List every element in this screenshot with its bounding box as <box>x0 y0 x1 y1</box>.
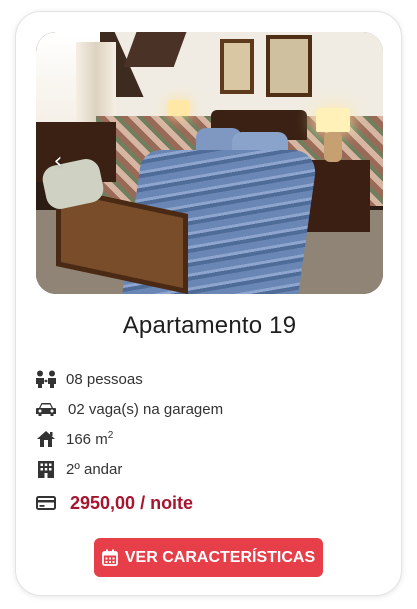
credit-card-icon <box>34 493 58 513</box>
area-value: 166 m <box>66 431 108 448</box>
feature-parking: 02 vaga(s) na garagem <box>34 394 374 424</box>
feature-area-text: 166 m2 <box>66 430 113 448</box>
feature-guests-text: 08 pessoas <box>66 370 143 388</box>
feature-floor-text: 2º andar <box>66 460 123 478</box>
area-unit-superscript: 2 <box>107 430 114 441</box>
house-icon <box>34 429 58 449</box>
apartment-title: Apartamento 19 <box>122 312 297 339</box>
car-icon <box>34 399 58 419</box>
photo-picture-frame <box>220 39 254 94</box>
calendar-icon <box>101 549 118 566</box>
view-features-label: VER CARACTERÍSTICAS <box>124 548 316 566</box>
feature-list: 08 pessoas 02 vaga(s) na garagem 166 m2 … <box>34 364 374 518</box>
price-text: 2950,00 / noite <box>70 492 194 513</box>
people-icon <box>34 369 58 389</box>
feature-price: 2950,00 / noite <box>34 488 374 518</box>
photo-lamp <box>168 100 190 116</box>
feature-floor: 2º andar <box>34 454 374 484</box>
photo-picture-frame <box>266 35 312 97</box>
carousel-prev-button[interactable]: ‹ <box>46 150 70 174</box>
feature-guests: 08 pessoas <box>34 364 374 394</box>
feature-parking-text: 02 vaga(s) na garagem <box>68 400 224 418</box>
photo-lamp <box>316 108 350 132</box>
apartment-photo[interactable]: ‹ <box>36 32 383 294</box>
building-icon <box>34 459 58 479</box>
photo-lamp-base <box>324 132 342 162</box>
view-features-button[interactable]: VER CARACTERÍSTICAS <box>94 538 323 577</box>
apartment-card: ‹ Apartamento 19 08 pessoas 02 vaga(s) n… <box>15 11 402 596</box>
feature-area: 166 m2 <box>34 424 374 454</box>
